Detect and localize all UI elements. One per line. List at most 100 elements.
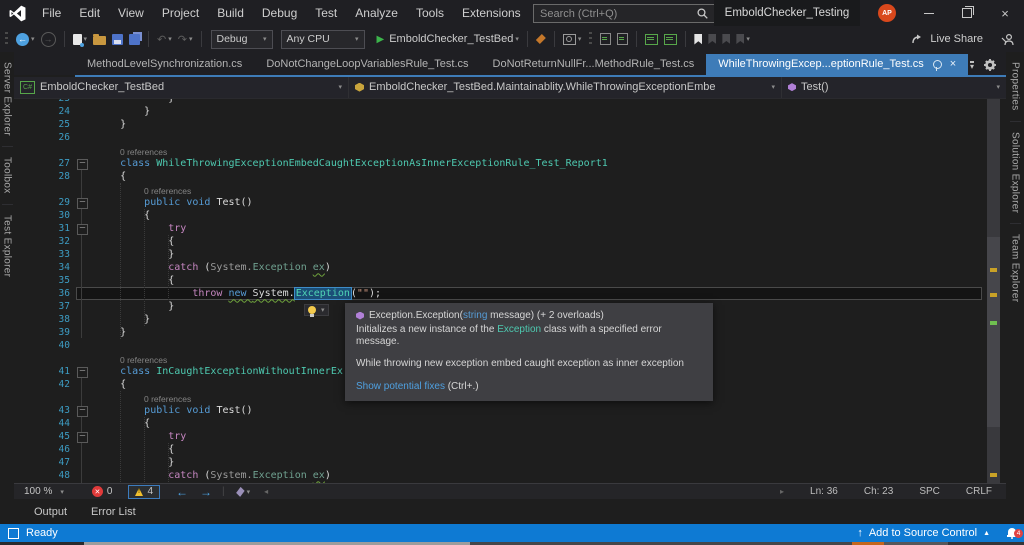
restore-button[interactable] <box>948 0 986 26</box>
code-line-44[interactable]: 44 { <box>14 417 1006 430</box>
code-line-33[interactable]: 33 } <box>14 248 1006 261</box>
save-button[interactable] <box>112 34 123 45</box>
navigate-forward-doc-button[interactable] <box>617 33 628 45</box>
open-file-button[interactable] <box>93 34 106 45</box>
active-files-dropdown-icon[interactable]: ▾ <box>970 61 974 69</box>
code-line-35[interactable]: 35 { <box>14 274 1006 287</box>
side-tab-properties[interactable]: Properties <box>1010 52 1021 121</box>
menu-project[interactable]: Project <box>153 0 208 26</box>
hscroll-left-arrow[interactable]: ◂ <box>264 487 268 496</box>
prev-bookmark-button[interactable] <box>708 34 716 44</box>
gear-icon[interactable] <box>984 59 996 71</box>
tab-whilethrowingexcep-eptionrule-test-cs[interactable]: WhileThrowingExcep...eptionRule_Test.cs× <box>706 54 968 75</box>
notifications-bell[interactable]: 4 <box>1006 527 1018 539</box>
code-line-29[interactable]: 29– public void Test() <box>14 196 1006 209</box>
close-button[interactable]: × <box>986 0 1024 26</box>
menu-edit[interactable]: Edit <box>70 0 109 26</box>
pin-icon[interactable] <box>933 60 942 69</box>
menu-test[interactable]: Test <box>306 0 346 26</box>
quick-actions-lightbulb[interactable]: ▾ <box>304 304 329 316</box>
tab-methodlevelsynchronization-cs[interactable]: MethodLevelSynchronization.cs <box>75 54 254 75</box>
side-tab-test-explorer[interactable]: Test Explorer <box>2 204 13 287</box>
comment-button[interactable] <box>645 34 658 45</box>
code-line-36[interactable]: 36 throw new System.Exception(""); <box>14 287 1006 300</box>
show-potential-fixes-link[interactable]: Show potential fixes <box>356 381 445 392</box>
snapshot-button[interactable]: ▾ <box>563 34 582 45</box>
code-line-48[interactable]: 48 catch (System.Exception ex) <box>14 469 1006 482</box>
fold-collapse-icon[interactable]: – <box>77 198 88 209</box>
navigate-backward-doc-button[interactable] <box>600 33 611 45</box>
fold-collapse-icon[interactable]: – <box>77 406 88 417</box>
panel-tab-error-list[interactable]: Error List <box>91 506 136 518</box>
codelens-row[interactable]: 0 references <box>14 183 1006 196</box>
type-dropdown[interactable]: EmboldChecker_TestBed.Maintainablity.Whi… <box>349 77 782 98</box>
side-tab-solution-explorer[interactable]: Solution Explorer <box>1010 121 1021 223</box>
warnings-button[interactable]: 4 <box>128 485 160 499</box>
menu-extensions[interactable]: Extensions <box>453 0 530 26</box>
search-input[interactable]: Search (Ctrl+Q) <box>533 4 715 23</box>
live-share-button[interactable]: Live Share <box>930 33 983 45</box>
fold-collapse-icon[interactable]: – <box>77 224 88 235</box>
prev-issue-button[interactable]: ← <box>176 485 188 499</box>
code-line-43[interactable]: 43– public void Test() <box>14 404 1006 417</box>
menu-file[interactable]: File <box>33 0 70 26</box>
errors-button[interactable]: ✕0 <box>92 486 113 497</box>
code-line-34[interactable]: 34 catch (System.Exception ex) <box>14 261 1006 274</box>
code-line-25[interactable]: 25 } <box>14 118 1006 131</box>
account-avatar[interactable]: AP <box>878 4 896 22</box>
tab-donotchangeloopvariablesrule-test-cs[interactable]: DoNotChangeLoopVariablesRule_Test.cs <box>254 54 480 75</box>
side-tab-team-explorer[interactable]: Team Explorer <box>1010 223 1021 312</box>
menu-build[interactable]: Build <box>208 0 253 26</box>
add-to-source-control-button[interactable]: Add to Source Control <box>869 527 977 539</box>
tab-donotreturnnullfr-methodrule-test-cs[interactable]: DoNotReturnNullFr...MethodRule_Test.cs <box>481 54 707 75</box>
hscroll-right-arrow[interactable]: ▸ <box>780 487 784 496</box>
undo-button[interactable]: ↶▾ <box>157 33 172 46</box>
code-line-28[interactable]: 28 { <box>14 170 1006 183</box>
code-line-27[interactable]: 27– class WhileThrowingExceptionEmbedCau… <box>14 157 1006 170</box>
toolbar-grip[interactable] <box>589 32 592 47</box>
menu-tools[interactable]: Tools <box>407 0 453 26</box>
code-line-46[interactable]: 46 { <box>14 443 1006 456</box>
code-editor[interactable]: 23 }24 }25 }260 references27– class Whil… <box>14 99 1006 484</box>
menu-debug[interactable]: Debug <box>253 0 306 26</box>
fold-collapse-icon[interactable]: – <box>77 367 88 378</box>
code-line-31[interactable]: 31– try <box>14 222 1006 235</box>
uncomment-button[interactable] <box>664 34 677 45</box>
redo-button[interactable]: ↷▾ <box>178 33 193 46</box>
clear-bookmarks-button[interactable]: ▾ <box>736 34 750 44</box>
fold-collapse-icon[interactable]: – <box>77 432 88 443</box>
platform-dropdown[interactable]: Any CPU▾ <box>281 30 365 49</box>
fold-collapse-icon[interactable]: – <box>77 159 88 170</box>
feedback-icon[interactable] <box>1001 33 1014 46</box>
toggle-bookmark-button[interactable] <box>694 34 702 45</box>
code-line-24[interactable]: 24 } <box>14 105 1006 118</box>
configuration-dropdown[interactable]: Debug▾ <box>211 30 273 49</box>
attach-to-process-button[interactable] <box>536 34 546 44</box>
code-line-26[interactable]: 26 <box>14 131 1006 144</box>
vertical-scrollbar[interactable] <box>987 99 1000 484</box>
code-cleanup-button[interactable]: ▾ <box>235 487 251 497</box>
project-dropdown[interactable]: C# EmboldChecker_TestBed ▾ <box>14 77 349 98</box>
codelens-row[interactable]: 0 references <box>14 144 1006 157</box>
code-line-49[interactable]: 49 { <box>14 482 1006 484</box>
background-tasks-icon[interactable] <box>8 528 19 539</box>
start-debugging-button[interactable]: ▶ EmboldChecker_TestBed ▾ <box>377 33 519 45</box>
code-line-32[interactable]: 32 { <box>14 235 1006 248</box>
scrollbar-thumb[interactable] <box>987 237 1000 427</box>
side-tab-toolbox[interactable]: Toolbox <box>2 146 13 204</box>
save-all-button[interactable] <box>129 34 140 45</box>
next-bookmark-button[interactable] <box>722 34 730 44</box>
member-dropdown[interactable]: Test() ▾ <box>782 77 1006 98</box>
menu-analyze[interactable]: Analyze <box>346 0 407 26</box>
next-issue-button[interactable]: → <box>200 485 212 499</box>
code-line-30[interactable]: 30 { <box>14 209 1006 222</box>
zoom-dropdown[interactable]: 100 %▾ <box>24 486 64 497</box>
navigate-back-button[interactable]: ←▾ <box>16 33 35 46</box>
code-line-45[interactable]: 45– try <box>14 430 1006 443</box>
navigate-forward-button[interactable]: → <box>41 32 56 47</box>
toolbar-grip[interactable] <box>5 32 8 47</box>
new-file-button[interactable]: ▾ <box>73 34 88 45</box>
close-icon[interactable]: × <box>950 59 956 70</box>
side-tab-server-explorer[interactable]: Server Explorer <box>2 52 13 146</box>
panel-tab-output[interactable]: Output <box>34 506 67 518</box>
